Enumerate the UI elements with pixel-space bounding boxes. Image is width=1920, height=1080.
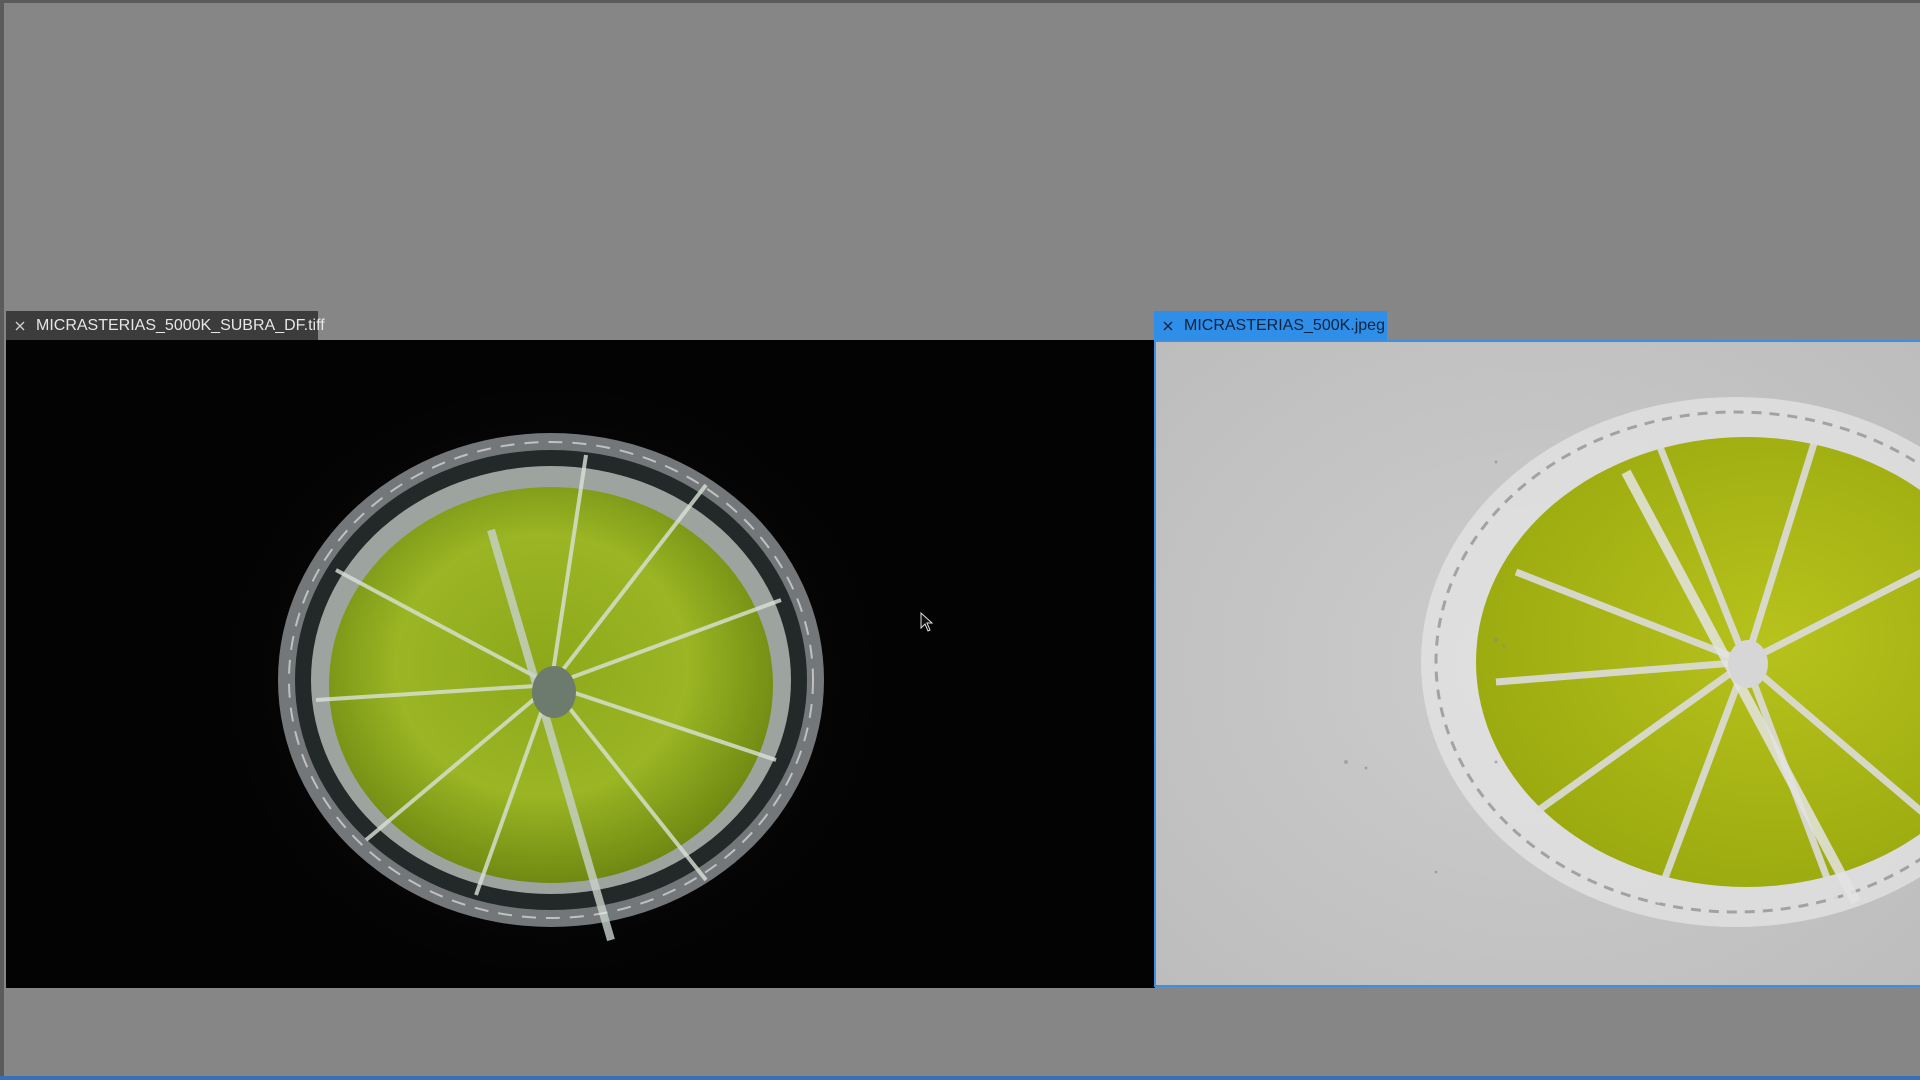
document-window-darkfield[interactable]: MICRASTERIAS_5000K_SUBRA_DF.tiff — [6, 311, 1155, 988]
document-window-brightfield[interactable]: MICRASTERIAS_500K.jpeg — [1154, 311, 1920, 988]
close-icon[interactable] — [14, 317, 26, 335]
bottom-border — [0, 1076, 1920, 1080]
mouse-cursor-icon — [920, 611, 934, 637]
brightfield-microscopy-image — [1156, 342, 1920, 985]
darkfield-microscopy-image — [6, 340, 1155, 988]
image-canvas-brightfield[interactable] — [1154, 340, 1920, 987]
tab-brightfield[interactable]: MICRASTERIAS_500K.jpeg — [1154, 311, 1387, 340]
tab-darkfield[interactable]: MICRASTERIAS_5000K_SUBRA_DF.tiff — [6, 311, 325, 340]
tab-label: MICRASTERIAS_5000K_SUBRA_DF.tiff — [36, 316, 325, 334]
tab-label: MICRASTERIAS_500K.jpeg — [1184, 316, 1385, 334]
close-icon[interactable] — [1162, 317, 1174, 335]
image-canvas-darkfield[interactable] — [6, 340, 1155, 988]
